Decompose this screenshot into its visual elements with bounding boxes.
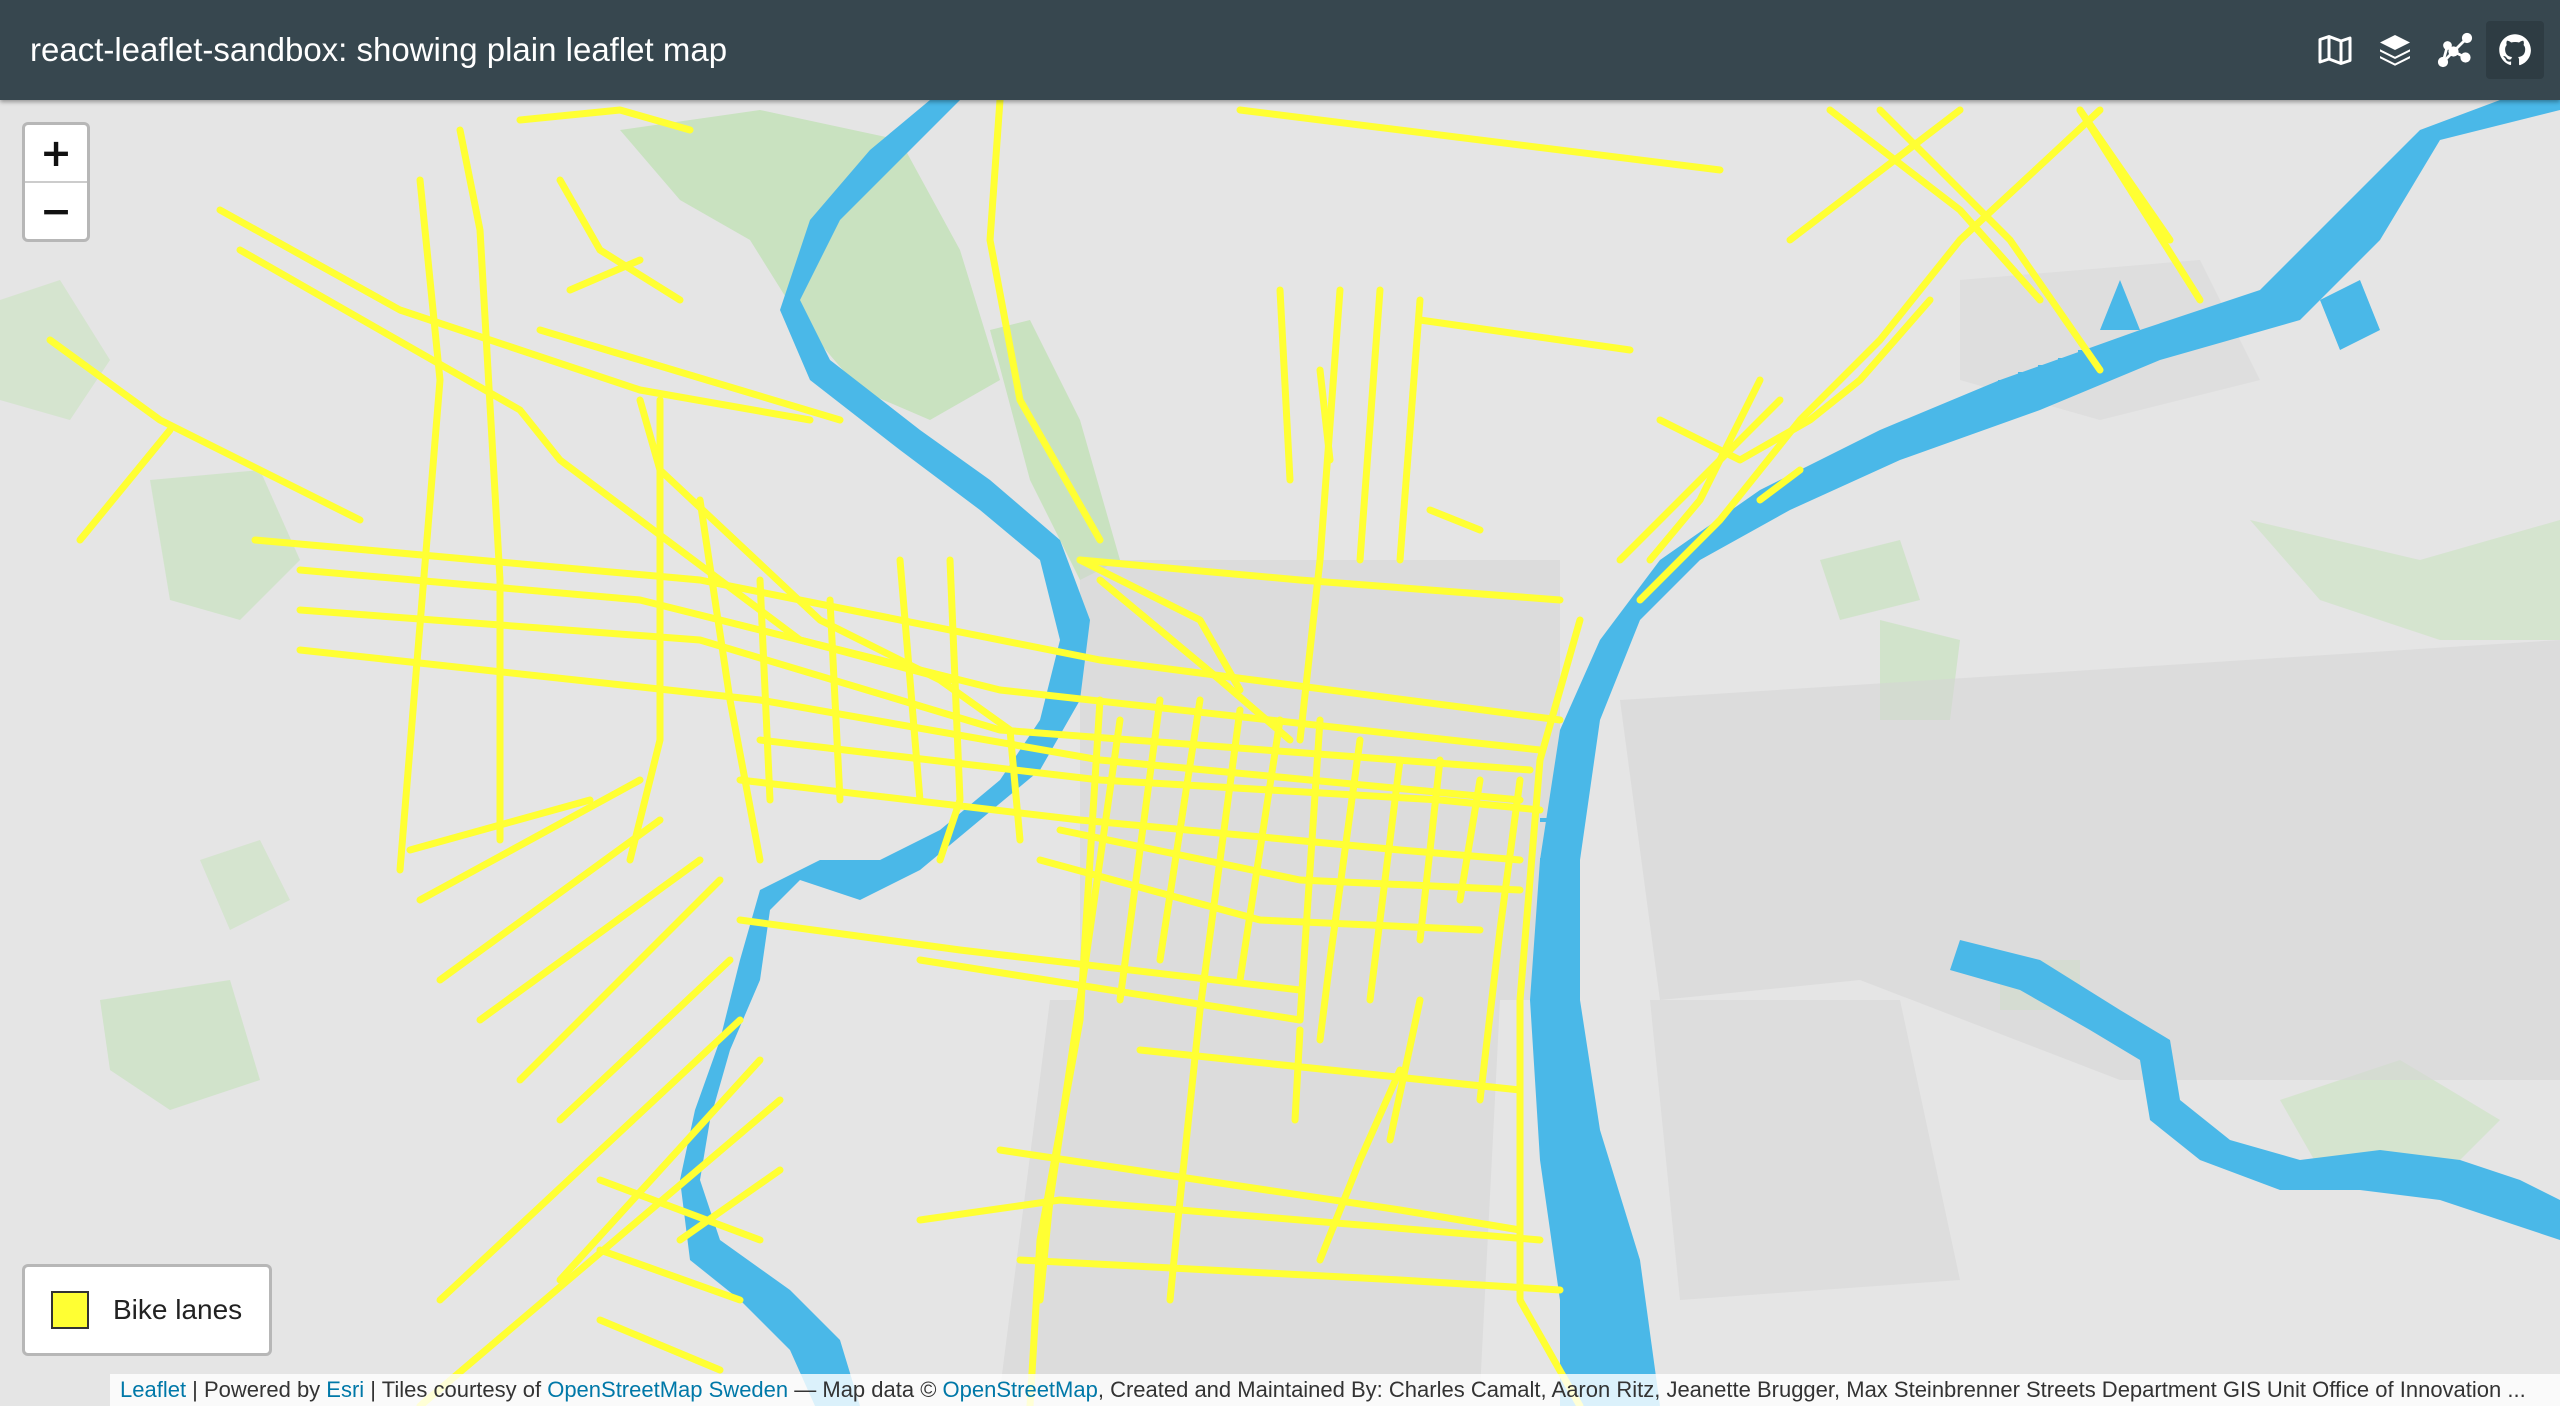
attribution-text: | Powered by	[186, 1377, 327, 1402]
basemap	[0, 100, 2560, 1406]
legend-label: Bike lanes	[113, 1294, 243, 1325]
map-canvas[interactable]	[0, 100, 2560, 1406]
map-icon	[2318, 35, 2352, 65]
map-button[interactable]	[2306, 21, 2364, 79]
layers-icon	[2380, 35, 2410, 66]
attribution-bar: Leaflet | Powered by Esri | Tiles courte…	[110, 1374, 2560, 1406]
map-legend: Bike lanes	[22, 1264, 272, 1356]
page-title: react-leaflet-sandbox: showing plain lea…	[30, 31, 728, 68]
osm-link[interactable]: OpenStreetMap	[943, 1377, 1098, 1402]
attribution-text: | Tiles courtesy of	[364, 1377, 548, 1402]
app-header: react-leaflet-sandbox: showing plain lea…	[0, 0, 2560, 100]
attribution-text: — Map data ©	[788, 1377, 943, 1402]
github-button[interactable]	[2486, 21, 2544, 79]
layers-button[interactable]	[2366, 21, 2424, 79]
zoom-control: + −	[22, 122, 90, 242]
network-icon	[2437, 32, 2473, 68]
zoom-in-button[interactable]: +	[25, 125, 87, 181]
bike-lanes-swatch	[51, 1291, 89, 1329]
osm-sweden-link[interactable]: OpenStreetMap Sweden	[547, 1377, 788, 1402]
leaflet-link[interactable]: Leaflet	[120, 1377, 186, 1402]
zoom-out-button[interactable]: −	[25, 181, 87, 239]
esri-link[interactable]: Esri	[326, 1377, 364, 1402]
network-button[interactable]	[2426, 21, 2484, 79]
attribution-text: , Created and Maintained By: Charles Cam…	[1097, 1377, 2526, 1402]
toolbar	[2304, 18, 2544, 82]
github-icon	[2499, 34, 2531, 66]
